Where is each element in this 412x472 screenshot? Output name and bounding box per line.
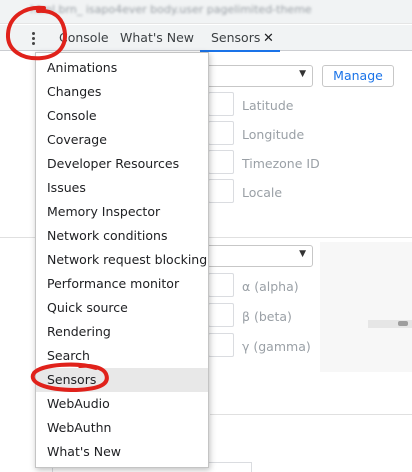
tab-console[interactable]: Console <box>59 30 109 45</box>
orientation-preview <box>320 242 412 372</box>
alpha-input[interactable] <box>208 273 234 297</box>
timezone-input[interactable] <box>208 150 234 174</box>
menu-item-quick-source[interactable]: Quick source <box>36 296 208 320</box>
menu-item-sensors[interactable]: Sensors <box>36 368 208 392</box>
menu-item-animations[interactable]: Animations <box>36 56 208 80</box>
manage-button[interactable]: Manage <box>322 65 394 87</box>
more-tools-kebab-icon[interactable] <box>26 29 42 47</box>
chevron-down-icon: ▼ <box>299 69 306 79</box>
menu-item-whats-new[interactable]: What's New <box>36 440 208 464</box>
drawer-tab-bar: Console What's New Sensors ✕ <box>0 25 412 52</box>
menu-item-performance-monitor[interactable]: Performance monitor <box>36 272 208 296</box>
element-breadcrumb-bar: html.brn_ isapo4ever body.user pagelimit… <box>0 0 412 24</box>
beta-label: β (beta) <box>242 309 292 324</box>
beta-input[interactable] <box>208 303 234 327</box>
menu-item-search[interactable]: Search <box>36 344 208 368</box>
section-divider <box>210 414 412 415</box>
chevron-down-icon: ▼ <box>299 249 306 259</box>
menu-item-network-request-blocking[interactable]: Network request blocking <box>36 248 208 272</box>
tab-sensors[interactable]: Sensors ✕ <box>200 25 280 52</box>
location-select[interactable]: ▼ <box>200 65 313 87</box>
tab-whats-new[interactable]: What's New <box>120 30 194 45</box>
more-tools-menu: Animations Changes Console Coverage Deve… <box>35 52 209 468</box>
locale-input[interactable] <box>208 179 234 203</box>
menu-item-issues[interactable]: Issues <box>36 176 208 200</box>
alpha-label: α (alpha) <box>242 279 299 294</box>
close-icon[interactable]: ✕ <box>259 30 274 46</box>
latitude-label: Latitude <box>242 98 294 113</box>
menu-item-coverage[interactable]: Coverage <box>36 128 208 152</box>
menu-item-developer-resources[interactable]: Developer Resources <box>36 152 208 176</box>
menu-item-webaudio[interactable]: WebAudio <box>36 392 208 416</box>
timezone-label: Timezone ID <box>242 156 320 171</box>
breadcrumb-text: html.brn_ isapo4ever body.user pagelimit… <box>30 3 312 16</box>
latitude-input[interactable] <box>208 92 234 116</box>
menu-item-rendering[interactable]: Rendering <box>36 320 208 344</box>
locale-label: Locale <box>242 185 283 200</box>
orientation-slider-handle[interactable] <box>398 321 408 326</box>
menu-item-webauthn[interactable]: WebAuthn <box>36 416 208 440</box>
longitude-label: Longitude <box>242 127 305 142</box>
longitude-input[interactable] <box>208 121 234 145</box>
orientation-select[interactable]: ▼ <box>200 245 313 267</box>
menu-item-console[interactable]: Console <box>36 104 208 128</box>
tab-sensors-label: Sensors <box>211 30 261 45</box>
gamma-label: γ (gamma) <box>242 339 311 354</box>
menu-item-memory-inspector[interactable]: Memory Inspector <box>36 200 208 224</box>
menu-item-changes[interactable]: Changes <box>36 80 208 104</box>
menu-item-network-conditions[interactable]: Network conditions <box>36 224 208 248</box>
gamma-input[interactable] <box>208 333 234 357</box>
